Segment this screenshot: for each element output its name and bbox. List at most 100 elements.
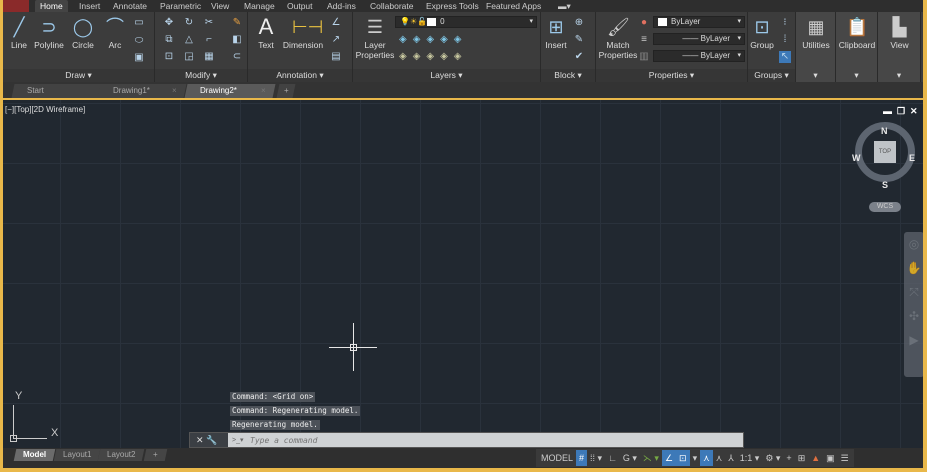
dimension-button[interactable]: ⊢⊣ Dimension [282,16,324,50]
offset-icon[interactable]: ⊂ [231,51,243,63]
fillet-icon[interactable]: ⌐ [203,34,215,46]
minimize-icon[interactable]: ▬ [883,106,892,116]
ungroup-icon[interactable]: ⁝ [779,17,791,29]
close-icon[interactable]: × [172,84,177,98]
new-layout-button[interactable]: + [143,449,167,461]
tab-featured-apps[interactable]: Featured Apps [481,0,546,12]
circle-button[interactable]: ◯ Circle [69,16,97,50]
layer-properties-button[interactable]: ☰ Layer Properties [355,16,395,60]
object-snap-tracking-icon[interactable]: ∠ [661,450,677,466]
lineweight-dropdown[interactable]: —— ByLayer ▾ [653,50,745,62]
showmotion-icon[interactable]: ▶ [904,328,923,352]
view-button[interactable]: ▙ View [878,16,921,50]
utilities-expand[interactable]: ▾ [796,69,835,82]
workspace-gear-icon[interactable]: ⚙ ▾ [762,450,783,466]
customize-wrench-icon[interactable]: 🔧 [206,435,217,445]
layers-panel-label[interactable]: Layers ▾ [353,69,540,82]
line-button[interactable]: ╱ Line [6,16,32,50]
object-snap-icon[interactable]: ⊡ [676,450,690,466]
compass-north[interactable]: N [881,126,888,136]
annotation-scale-icon[interactable]: ⅄ [725,450,737,466]
tab-express-tools[interactable]: Express Tools [421,0,484,12]
ortho-icon[interactable]: ∟ [605,450,620,466]
tab-insert[interactable]: Insert [74,0,105,12]
leader-icon[interactable]: ∠ [330,17,342,29]
grid-icon[interactable]: # [576,450,588,466]
stretch-icon[interactable]: ⊡ [163,51,175,63]
modify-panel-label[interactable]: Modify ▾ [155,69,247,82]
text-button[interactable]: A Text [254,16,278,51]
clean-screen-icon[interactable]: ▣ [823,450,838,466]
annotation-scale-dropdown[interactable]: 1:1 ▾ [737,450,763,466]
hatch-icon[interactable]: ▣ [133,52,145,64]
new-tab-button[interactable]: + [276,84,296,98]
ribbon-display-toggle[interactable]: ▬▾ [553,0,576,12]
object-snap-menu[interactable]: ▾ [690,450,701,466]
groups-panel-label[interactable]: Groups ▾ [748,69,795,82]
multileader-icon[interactable]: ↗ [330,34,342,46]
tab-output[interactable]: Output [282,0,318,12]
view-panel[interactable]: ▙ View ▾ [878,12,921,82]
arc-button[interactable]: ⌒ Arc [103,16,127,50]
customization-menu-icon[interactable]: ☰ [838,450,852,466]
edit-block-icon[interactable]: ✎ [573,34,585,46]
tab-home[interactable]: Home [35,0,68,12]
tab-view[interactable]: View [206,0,234,12]
steering-wheel-icon[interactable]: ◎ [904,232,923,256]
layer-tools-row-2[interactable]: ◈◈◈◈◈ [399,51,489,63]
layer-tools-row-1[interactable]: ◈◈◈◈◈ [399,34,489,46]
tab-add-ins[interactable]: Add-ins [322,0,361,12]
compass-west[interactable]: W [852,153,861,163]
application-menu-button[interactable] [3,0,29,12]
group-selection-icon[interactable]: ↖ [779,51,791,63]
utilities-button[interactable]: ▦ Utilities [796,16,836,50]
viewcube-top-face[interactable]: TOP [874,141,896,163]
copy-icon[interactable]: ⧉ [163,34,175,46]
draw-panel-label[interactable]: Draw ▾ [3,69,154,82]
create-block-icon[interactable]: ⊕ [573,17,585,29]
close-icon[interactable]: × [261,84,266,98]
polyline-button[interactable]: ⊃ Polyline [32,16,66,50]
view-expand[interactable]: ▾ [878,69,920,82]
close-command-icon[interactable]: ✕ [196,435,204,445]
trim-icon[interactable]: ✂ [203,17,215,29]
polar-tracking-icon[interactable]: G ▾ [620,450,640,466]
insert-button[interactable]: ⊞ Insert [543,16,569,50]
group-button[interactable]: ⊡ Group [749,16,775,50]
doc-tab-drawing1[interactable]: Drawing1* × [97,84,187,98]
auto-scale-icon[interactable]: ⋏ [713,450,726,466]
rectangle-icon[interactable]: ▭ [133,17,145,29]
clipboard-expand[interactable]: ▾ [836,69,877,82]
annotation-monitor-icon[interactable]: + [783,450,794,466]
snap-icon[interactable]: ⁞⁞ ▾ [587,450,605,466]
block-attributes-icon[interactable]: ✔ [573,51,585,63]
hardware-acceleration-icon[interactable]: ▲ [808,450,823,466]
layout-tab-layout2[interactable]: Layout2 [97,449,145,461]
compass-south[interactable]: S [882,180,888,190]
tab-manage[interactable]: Manage [239,0,280,12]
rotate-icon[interactable]: ↻ [183,17,195,29]
properties-panel-label[interactable]: Properties ▾ [596,69,747,82]
tab-parametric[interactable]: Parametric [155,0,206,12]
layout-tab-model[interactable]: Model [13,449,56,461]
close-icon[interactable]: ✕ [910,106,918,117]
drawing-canvas[interactable]: [−][Top][2D Wireframe] ▬ ❐ ✕ TOP N S E W… [3,98,923,448]
erase-icon[interactable]: ✎ [231,17,243,29]
array-icon[interactable]: ▦ [203,51,215,63]
pan-icon[interactable]: ✋ [904,256,923,280]
block-panel-label[interactable]: Block ▾ [541,69,595,82]
model-space-button[interactable]: MODEL [538,450,576,466]
group-edit-icon[interactable]: ⁞ [779,34,791,46]
orbit-icon[interactable]: ✣ [904,304,923,328]
viewport-controls[interactable]: [−][Top][2D Wireframe] [5,105,85,114]
wcs-menu[interactable]: WCS [869,202,901,212]
tab-annotate[interactable]: Annotate [108,0,152,12]
clipboard-panel[interactable]: 📋 Clipboard ▾ [836,12,878,82]
utilities-panel[interactable]: ▦ Utilities ▾ [796,12,836,82]
clipboard-button[interactable]: 📋 Clipboard [836,16,878,50]
mirror-icon[interactable]: △ [183,34,195,46]
layout-tab-layout1[interactable]: Layout1 [53,449,101,461]
command-input[interactable] [230,433,740,447]
scale-icon[interactable]: ◲ [183,51,195,63]
table-icon[interactable]: ▤ [330,51,342,63]
